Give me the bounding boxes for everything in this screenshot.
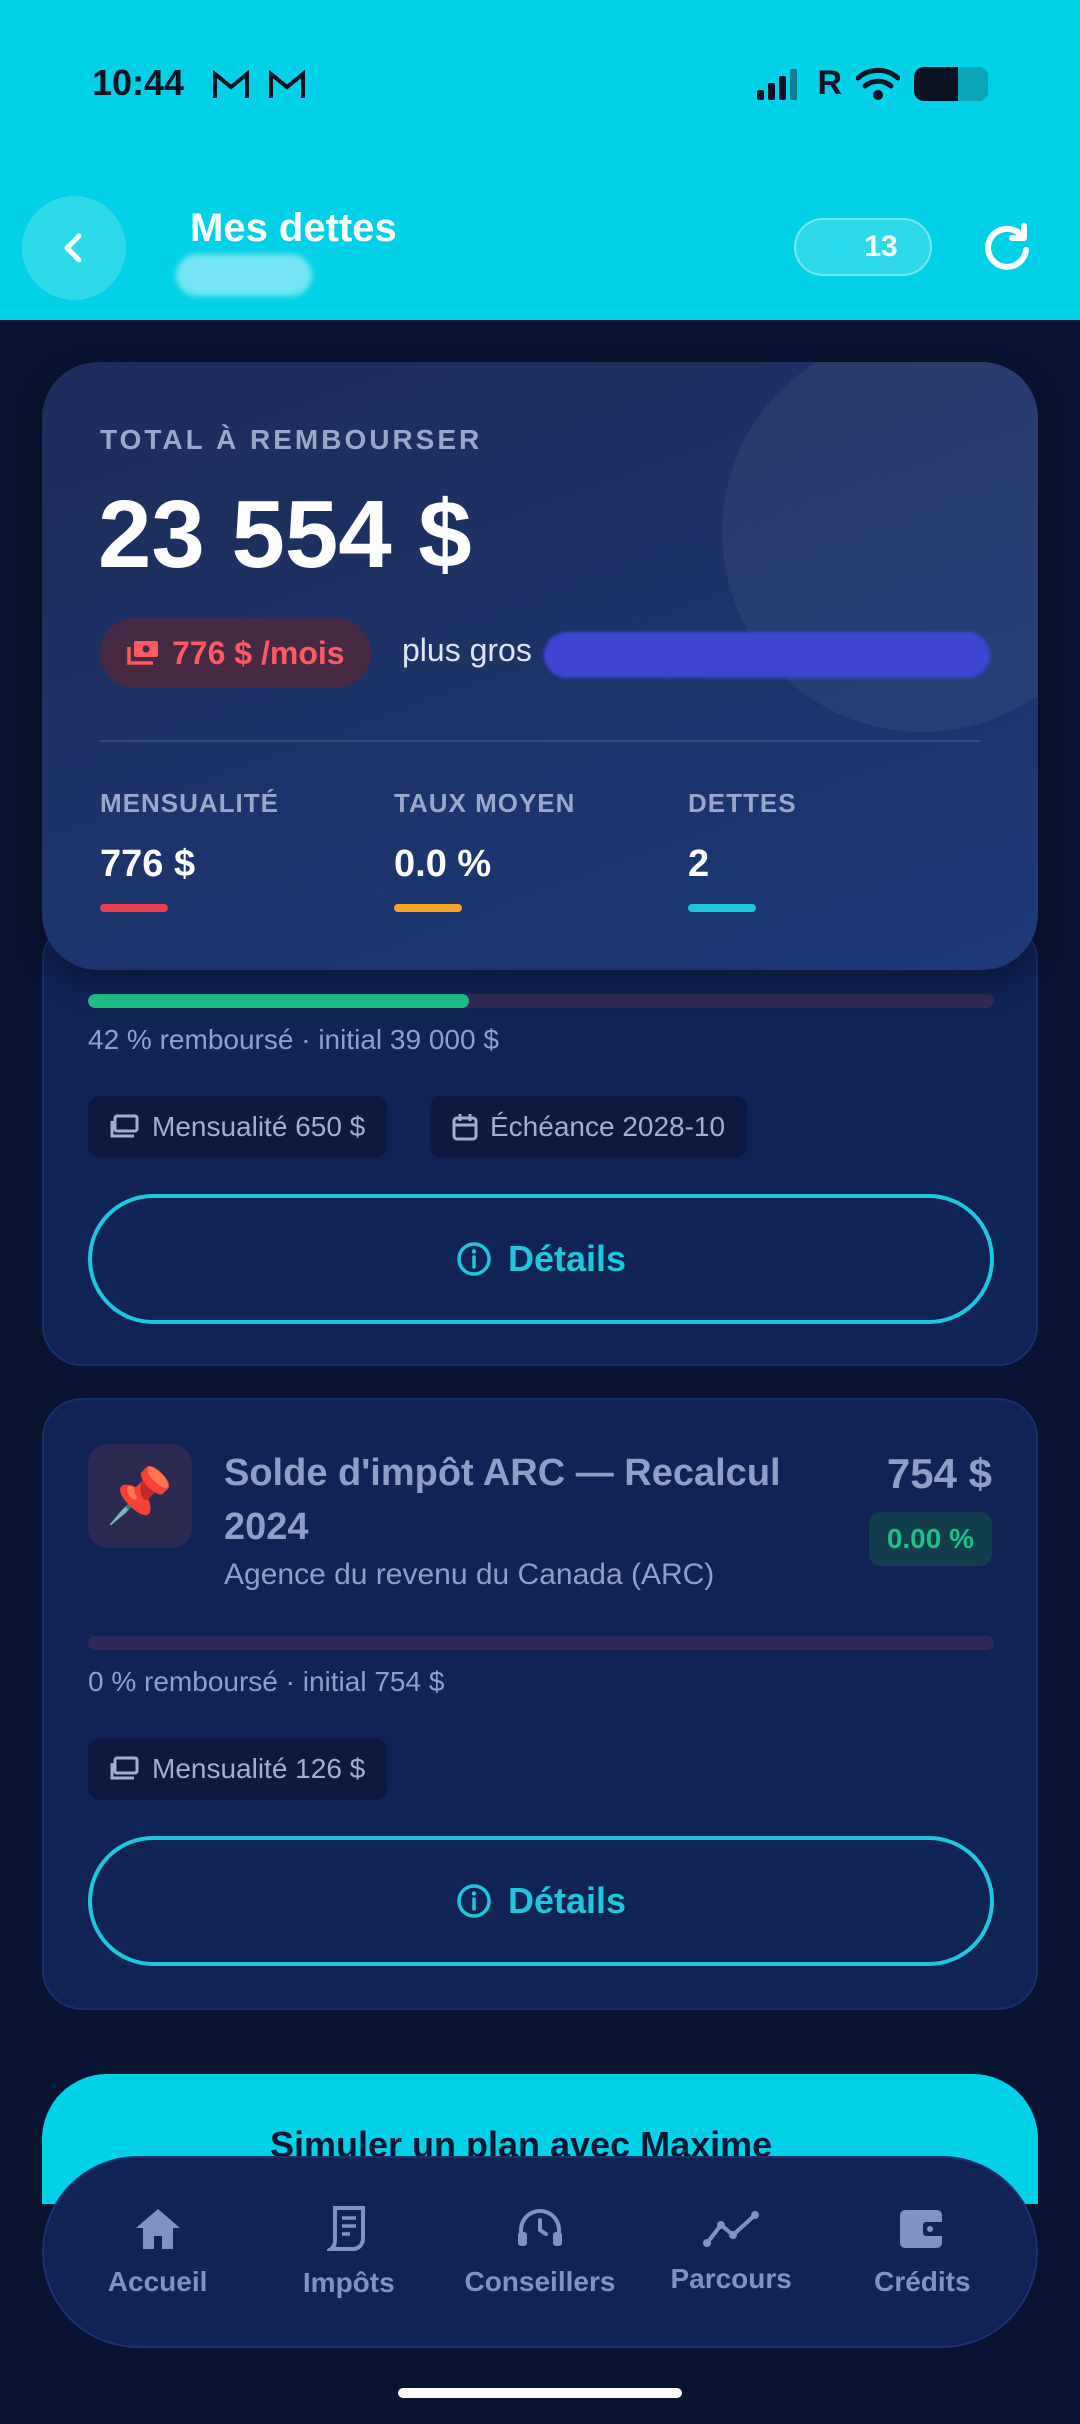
debt-name: Solde d'impôt ARC — Recalcul 2024 (224, 1452, 781, 1548)
chip-label: Mensualité 126 $ (152, 1753, 366, 1784)
home-icon (135, 2209, 180, 2249)
nav-item-credits[interactable]: Crédits (832, 2206, 1012, 2298)
redacted-subtitle (176, 254, 312, 296)
stat-debt-count: DETTES 2 (688, 788, 797, 912)
cash-icon (110, 1756, 139, 1780)
monthly-payment-chip: Mensualité 650 $ (88, 1096, 388, 1158)
chevron-left-icon (64, 233, 82, 263)
monthly-payment-chip: Mensualité 126 $ (88, 1738, 388, 1800)
refresh-button[interactable] (982, 222, 1032, 272)
wifi-icon (856, 67, 900, 100)
details-button[interactable]: Détails (88, 1836, 994, 1966)
stat-accent-bar (688, 904, 756, 912)
calendar-icon (452, 1114, 478, 1141)
star-icon (830, 238, 849, 256)
nav-item-parcours[interactable]: Parcours (641, 2209, 821, 2295)
due-date-chip: Échéance 2028-10 (430, 1096, 748, 1158)
nav-label: Accueil (107, 2266, 208, 2297)
total-amount: 23 554 $ (98, 481, 472, 588)
progress-text: 0 % remboursé · initial 754 $ (88, 1666, 445, 1697)
chip-label: Mensualité 650 $ (152, 1111, 366, 1142)
repayment-progress-bar (88, 1636, 994, 1650)
stat-value: 2 (688, 843, 710, 885)
divider (100, 740, 980, 742)
redacted-largest-debt (544, 632, 990, 678)
pushpin-icon: 📌 (106, 1465, 174, 1526)
interest-rate-badge: 0.00 % (868, 1512, 992, 1566)
bottom-nav: Accueil Impôts Conseillers Parcours Créd… (42, 2156, 1038, 2348)
monthly-total-pill: 776 $ /mois (100, 618, 371, 688)
nav-label: Parcours (670, 2263, 792, 2294)
stat-accent-bar (394, 904, 462, 912)
nav-item-accueil[interactable]: Accueil (68, 2206, 248, 2298)
details-label: Détails (507, 1880, 627, 1921)
largest-debt-prefix: plus gros (402, 632, 532, 668)
chart-line-icon (703, 2211, 760, 2247)
info-icon (457, 1884, 491, 1918)
total-label: TOTAL À REMBOURSER (100, 424, 483, 455)
app-header: 10:44 R Mes dettes 13 (0, 0, 1080, 320)
stat-label: DETTES (688, 788, 797, 818)
stat-accent-bar (100, 904, 168, 912)
total-summary-card: TOTAL À REMBOURSER 23 554 $ 776 $ /mois … (42, 362, 1038, 970)
info-icon (457, 1242, 491, 1276)
stat-value: 776 $ (100, 843, 196, 885)
progress-text: 42 % remboursé · initial 39 000 $ (88, 1024, 499, 1055)
battery-icon (914, 66, 988, 101)
nav-item-impots[interactable]: Impôts (259, 2205, 439, 2299)
stat-value: 0.0 % (394, 843, 492, 885)
stat-monthly: MENSUALITÉ 776 $ (100, 788, 279, 912)
nav-label: Conseillers (464, 2266, 616, 2297)
details-button[interactable]: Détails (88, 1194, 994, 1324)
debt-card[interactable]: 📌 Solde d'impôt ARC — Recalcul 2024 Agen… (42, 1398, 1038, 2010)
repayment-progress-bar (88, 994, 994, 1008)
debt-amount: 754 $ (886, 1450, 992, 1497)
nav-label: Crédits (874, 2266, 971, 2297)
stat-label: MENSUALITÉ (100, 788, 279, 818)
home-indicator[interactable] (398, 2388, 682, 2398)
debt-category-icon: 📌 (88, 1444, 192, 1548)
debt-card: 42 % remboursé · initial 39 000 $ Mensua… (42, 920, 1038, 1366)
wallet-icon (900, 2210, 946, 2248)
details-label: Détails (507, 1238, 627, 1279)
cash-icon (127, 641, 158, 665)
stat-average-rate: TAUX MOYEN 0.0 % (394, 788, 575, 912)
progress-fill (88, 994, 469, 1008)
status-time: 10:44 (92, 62, 185, 103)
points-count: 13 (864, 230, 898, 263)
receipt-icon (326, 2206, 365, 2251)
gmail-icon (269, 70, 305, 98)
chip-label: Échéance 2028-10 (490, 1111, 726, 1142)
signal-icon (757, 68, 798, 100)
back-button[interactable] (22, 196, 126, 300)
monthly-total-label: 776 $ /mois (172, 634, 345, 671)
status-right: R (757, 64, 988, 103)
points-badge[interactable]: 13 (794, 218, 932, 276)
cash-icon (110, 1114, 139, 1138)
headset-icon (517, 2209, 562, 2246)
gmail-icon (213, 70, 249, 98)
roaming-badge: R (817, 64, 842, 102)
nav-label: Impôts (302, 2267, 395, 2298)
page-title: Mes dettes (190, 206, 397, 250)
nav-item-conseillers[interactable]: Conseillers (450, 2206, 630, 2298)
stat-label: TAUX MOYEN (394, 788, 576, 818)
debt-creditor: Agence du revenu du Canada (ARC) (224, 1558, 715, 1591)
